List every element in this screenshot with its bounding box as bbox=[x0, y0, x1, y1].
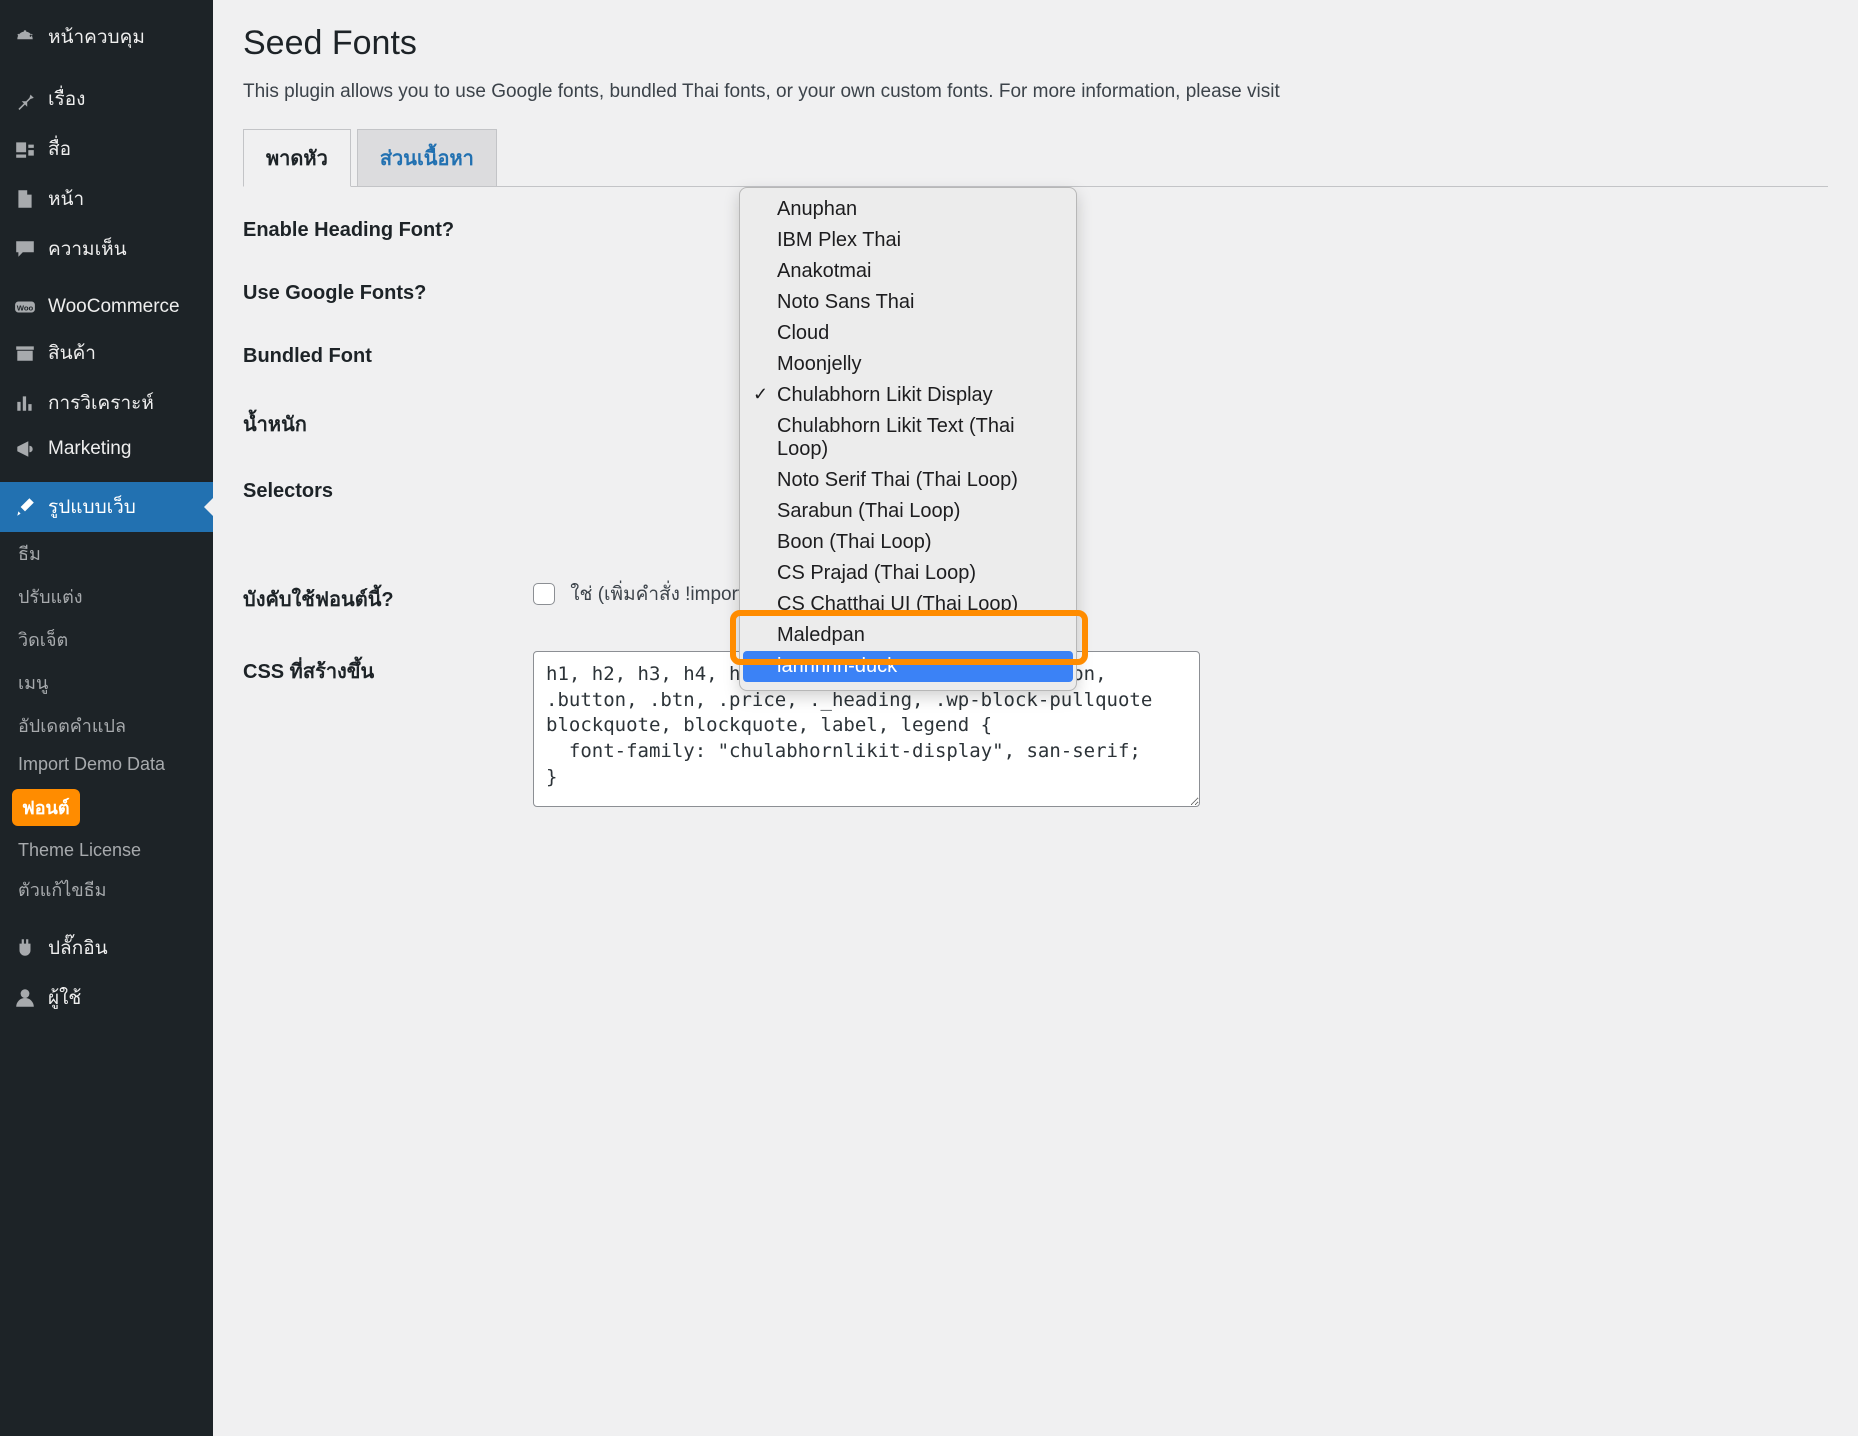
sidebar-item-appearance[interactable]: รูปแบบเว็บ bbox=[0, 482, 213, 532]
submenu-theme-license[interactable]: Theme License bbox=[0, 833, 213, 868]
font-option[interactable]: Chulabhorn Likit Text (Thai Loop) bbox=[743, 411, 1073, 465]
sidebar-label: สินค้า bbox=[48, 338, 96, 368]
bundled-font-dropdown[interactable]: AnuphanIBM Plex ThaiAnakotmaiNoto Sans T… bbox=[739, 187, 1077, 691]
font-option[interactable]: CS Chatthai UI (Thai Loop) bbox=[743, 589, 1073, 620]
media-icon bbox=[14, 138, 36, 160]
sidebar-label: หน้าควบคุม bbox=[48, 22, 145, 52]
sidebar-item-media[interactable]: สื่อ bbox=[0, 124, 213, 174]
sidebar-label: เรื่อง bbox=[48, 84, 85, 114]
font-option[interactable]: Noto Serif Thai (Thai Loop) bbox=[743, 465, 1073, 496]
font-option[interactable]: iannnnn-duck bbox=[743, 651, 1073, 682]
selectors-label: Selectors bbox=[243, 476, 533, 503]
page-icon bbox=[14, 188, 36, 210]
user-icon bbox=[14, 987, 36, 1009]
sidebar-item-plugins[interactable]: ปลั๊กอิน bbox=[0, 923, 213, 973]
submenu-themes[interactable]: ธีม bbox=[0, 532, 213, 575]
sidebar-item-marketing[interactable]: Marketing bbox=[0, 428, 213, 470]
intro-text: This plugin allows you to use Google fon… bbox=[243, 81, 1828, 103]
submenu-menus[interactable]: เมนู bbox=[0, 661, 213, 704]
font-option[interactable]: Cloud bbox=[743, 318, 1073, 349]
admin-sidebar: หน้าควบคุม เรื่อง สื่อ หน้า ความเห็น Woo… bbox=[0, 0, 213, 1436]
sidebar-item-products[interactable]: สินค้า bbox=[0, 328, 213, 378]
sidebar-item-users[interactable]: ผู้ใช้ bbox=[0, 973, 213, 1023]
font-option[interactable]: CS Prajad (Thai Loop) bbox=[743, 558, 1073, 589]
force-font-checkbox[interactable] bbox=[533, 583, 555, 605]
sidebar-label: ผู้ใช้ bbox=[48, 983, 81, 1013]
bundled-font-label: Bundled Font bbox=[243, 341, 533, 368]
submenu-customize[interactable]: ปรับแต่ง bbox=[0, 575, 213, 618]
sidebar-item-posts[interactable]: เรื่อง bbox=[0, 74, 213, 124]
submenu-fonts[interactable]: ฟอนต์ bbox=[0, 782, 213, 833]
font-option[interactable]: Maledpan bbox=[743, 620, 1073, 651]
page-title: Seed Fonts bbox=[243, 24, 1828, 63]
megaphone-icon bbox=[14, 438, 36, 460]
chart-icon bbox=[14, 392, 36, 414]
svg-text:Woo: Woo bbox=[17, 303, 34, 312]
main-content: Seed Fonts This plugin allows you to use… bbox=[213, 0, 1858, 1436]
sidebar-label: การวิเคราะห์ bbox=[48, 388, 154, 418]
font-option[interactable]: Moonjelly bbox=[743, 349, 1073, 380]
font-option[interactable]: Chulabhorn Likit Display bbox=[743, 380, 1073, 411]
sidebar-item-dashboard[interactable]: หน้าควบคุม bbox=[0, 12, 213, 62]
font-option[interactable]: Sarabun (Thai Loop) bbox=[743, 496, 1073, 527]
weight-label: น้ำหนัก bbox=[243, 404, 533, 440]
sidebar-item-comments[interactable]: ความเห็น bbox=[0, 224, 213, 274]
font-option[interactable]: Anakotmai bbox=[743, 256, 1073, 287]
plugin-icon bbox=[14, 937, 36, 959]
sidebar-item-pages[interactable]: หน้า bbox=[0, 174, 213, 224]
tab-body[interactable]: ส่วนเนื้อหา bbox=[357, 129, 497, 186]
appearance-submenu: ธีม ปรับแต่ง วิดเจ็ต เมนู อัปเดตคำแปล Im… bbox=[0, 532, 213, 911]
submenu-import-demo[interactable]: Import Demo Data bbox=[0, 747, 213, 782]
enable-heading-label: Enable Heading Font? bbox=[243, 215, 533, 242]
tab-heading[interactable]: พาดหัว bbox=[243, 129, 351, 187]
brush-icon bbox=[14, 496, 36, 518]
font-option[interactable]: Noto Sans Thai bbox=[743, 287, 1073, 318]
comment-icon bbox=[14, 238, 36, 260]
woo-icon: Woo bbox=[14, 296, 36, 318]
sidebar-item-woocommerce[interactable]: Woo WooCommerce bbox=[0, 286, 213, 328]
pin-icon bbox=[14, 88, 36, 110]
sidebar-label: ความเห็น bbox=[48, 234, 127, 264]
archive-icon bbox=[14, 342, 36, 364]
force-font-label: บังคับใช้ฟอนต์นี้? bbox=[243, 579, 533, 615]
font-option[interactable]: Boon (Thai Loop) bbox=[743, 527, 1073, 558]
sidebar-label: สื่อ bbox=[48, 134, 71, 164]
submenu-widgets[interactable]: วิดเจ็ต bbox=[0, 618, 213, 661]
submenu-theme-editor[interactable]: ตัวแก้ไขธีม bbox=[0, 868, 213, 911]
submenu-fonts-highlight: ฟอนต์ bbox=[12, 789, 80, 826]
use-google-label: Use Google Fonts? bbox=[243, 278, 533, 305]
dashboard-icon bbox=[14, 26, 36, 48]
sidebar-label: Marketing bbox=[48, 438, 131, 460]
sidebar-item-analytics[interactable]: การวิเคราะห์ bbox=[0, 378, 213, 428]
tabs: พาดหัว ส่วนเนื้อหา bbox=[243, 129, 1828, 187]
font-option[interactable]: Anuphan bbox=[743, 194, 1073, 225]
sidebar-label: WooCommerce bbox=[48, 296, 180, 318]
submenu-update-translations[interactable]: อัปเดตคำแปล bbox=[0, 704, 213, 747]
sidebar-label: ปลั๊กอิน bbox=[48, 933, 108, 963]
generated-css-label: CSS ที่สร้างขึ้น bbox=[243, 651, 533, 687]
font-option[interactable]: IBM Plex Thai bbox=[743, 225, 1073, 256]
sidebar-label: รูปแบบเว็บ bbox=[48, 492, 136, 522]
sidebar-label: หน้า bbox=[48, 184, 84, 214]
